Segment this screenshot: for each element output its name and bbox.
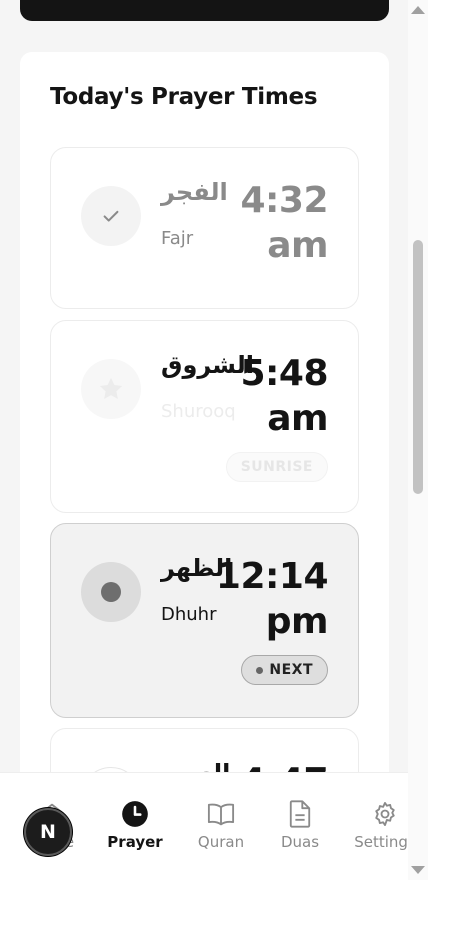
star-icon bbox=[99, 377, 123, 400]
prayer-times-card: Today's Prayer Times الفجر Fajr 4:32 am … bbox=[20, 52, 389, 880]
prayer-name-english: Fajr bbox=[161, 228, 194, 249]
check-icon bbox=[103, 210, 119, 222]
prayer-time: 5:48 am bbox=[240, 351, 328, 441]
prayer-time-value: 4:32 bbox=[240, 180, 328, 221]
nav-label: Settings bbox=[354, 833, 408, 851]
prayer-time: 12:14 pm bbox=[215, 554, 329, 644]
sunrise-badge: SUNRISE bbox=[225, 452, 328, 482]
card-title: Today's Prayer Times bbox=[50, 84, 318, 110]
prayer-time-period: am bbox=[267, 225, 328, 266]
prayer-status-circle bbox=[81, 186, 141, 246]
avatar[interactable]: N bbox=[24, 808, 72, 856]
document-icon bbox=[289, 800, 311, 828]
prayer-status-circle bbox=[81, 359, 141, 419]
main-viewport: Today's Prayer Times الفجر Fajr 4:32 am … bbox=[0, 0, 408, 880]
scrollbar[interactable] bbox=[408, 0, 428, 880]
prayer-row-fajr[interactable]: الفجر Fajr 4:32 am bbox=[50, 147, 359, 309]
prayer-time-value: 5:48 bbox=[240, 353, 328, 394]
scrollbar-thumb[interactable] bbox=[413, 240, 423, 494]
gear-icon bbox=[375, 801, 395, 827]
prayer-name-arabic: الفجر bbox=[161, 178, 228, 206]
nav-duas[interactable]: Duas bbox=[260, 799, 340, 851]
nav-prayer[interactable]: Prayer bbox=[95, 799, 175, 851]
clock-icon bbox=[122, 801, 148, 827]
next-dot-icon bbox=[256, 666, 264, 674]
book-open-icon bbox=[207, 803, 235, 826]
prayer-time-period: pm bbox=[265, 601, 329, 642]
next-badge: NEXT bbox=[241, 655, 328, 685]
prayer-name-english: Dhuhr bbox=[161, 604, 217, 625]
top-card-edge bbox=[20, 0, 389, 21]
prayer-time-period: am bbox=[267, 398, 328, 439]
avatar-initial: N bbox=[40, 821, 56, 843]
prayer-row-dhuhr[interactable]: الظهر Dhuhr 12:14 pm NEXT bbox=[50, 523, 359, 718]
scroll-down-arrow-icon[interactable] bbox=[411, 866, 425, 874]
badge-label: SUNRISE bbox=[240, 459, 313, 475]
prayer-time: 4:32 am bbox=[240, 178, 328, 268]
prayer-row-shurooq[interactable]: الشروق Shurooq 5:48 am SUNRISE bbox=[50, 320, 359, 513]
radio-dot-icon bbox=[101, 582, 121, 602]
nav-settings[interactable]: Settings bbox=[345, 799, 408, 851]
nav-label: Prayer bbox=[107, 833, 163, 851]
prayer-status-circle bbox=[81, 562, 141, 622]
scroll-up-arrow-icon[interactable] bbox=[411, 6, 425, 14]
nav-label: Quran bbox=[197, 833, 245, 851]
prayer-name-english: Shurooq bbox=[161, 401, 236, 422]
nav-quran[interactable]: Quran bbox=[181, 799, 261, 851]
nav-label: Duas bbox=[280, 833, 320, 851]
badge-label: NEXT bbox=[269, 662, 313, 678]
prayer-time-value: 12:14 bbox=[215, 556, 329, 597]
